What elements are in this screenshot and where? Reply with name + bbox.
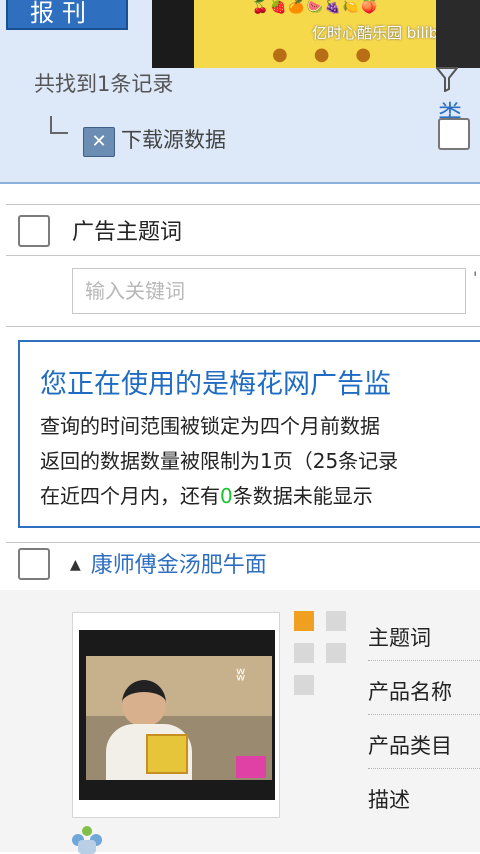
- notice-line-1: 查询的时间范围被锁定为四个月前数据: [40, 414, 380, 438]
- product-title-text: 康师傅金汤肥牛面: [90, 553, 267, 578]
- divider: [368, 714, 480, 715]
- divider: [6, 326, 480, 327]
- attr-description: 描述: [368, 788, 410, 812]
- hidden-count: 0: [220, 484, 233, 508]
- icon-dot: [82, 826, 92, 836]
- notice-line-3: 在近四个月内，还有0条数据未能显示: [40, 480, 373, 509]
- divider: [368, 660, 480, 661]
- attr-theme-word: 主题词: [368, 626, 431, 650]
- filter-icon: [434, 67, 460, 93]
- overlay-dark-left: [152, 0, 194, 68]
- scene-person: [122, 680, 166, 726]
- row-checkbox[interactable]: [18, 548, 50, 580]
- image-selector-1[interactable]: [294, 611, 314, 631]
- overlay-fruit-icons: 🍒🍓🍊🍉🍇🍋🍑: [252, 0, 380, 15]
- download-source-data-link[interactable]: 下载源数据: [121, 124, 226, 154]
- divider: [6, 204, 480, 205]
- image-selector-2[interactable]: [326, 611, 346, 631]
- tree-connector: [50, 116, 68, 134]
- scene-noodle-pack: [146, 734, 188, 774]
- broadcaster-logo: ʬ: [236, 664, 246, 685]
- product-title-link[interactable]: ▲ 康师傅金汤肥牛面: [70, 547, 267, 579]
- notice-line-3-prefix: 在近四个月内，还有: [40, 484, 220, 508]
- image-selector-5[interactable]: [294, 675, 314, 695]
- select-all-checkbox[interactable]: [18, 215, 50, 247]
- notice-title: 您正在使用的是梅花网广告监: [40, 369, 391, 400]
- notice-line-3-suffix: 条数据未能显示: [232, 484, 373, 508]
- panel-checkbox[interactable]: [438, 118, 470, 150]
- attr-product-category: 产品类目: [368, 734, 452, 758]
- attr-product-name: 产品名称: [368, 680, 452, 704]
- overlay-dark-right: [436, 0, 480, 68]
- scene-pink-badge: [236, 756, 266, 778]
- overlay-coins: ●●●: [272, 44, 398, 65]
- keyword-search-input[interactable]: [72, 268, 466, 314]
- divider: [368, 768, 480, 769]
- notice-line-2: 返回的数据数量被限制为1页（25条记录: [40, 449, 399, 473]
- excel-icon[interactable]: ✕: [83, 127, 115, 157]
- search-summary-panel: 报刊 🍒🍓🍊🍉🍇🍋🍑 亿时心酷乐园 bilibili ●●● 共找到1条记录 类…: [0, 0, 480, 184]
- search-side-mark: ': [473, 268, 478, 287]
- result-count-text: 共找到1条记录: [34, 72, 174, 96]
- video-overlay: 🍒🍓🍊🍉🍇🍋🍑 亿时心酷乐园 bilibili ●●●: [152, 0, 480, 68]
- notice-box: 您正在使用的是梅花网广告监 查询的时间范围被锁定为四个月前数据 返回的数据数量被…: [18, 340, 480, 528]
- divider: [6, 542, 480, 543]
- triangle-up-icon: ▲: [70, 557, 81, 573]
- divider: [6, 255, 480, 256]
- media-type-icon: [70, 826, 104, 854]
- tab-newspaper[interactable]: 报刊: [6, 0, 128, 30]
- image-selector-4[interactable]: [326, 643, 346, 663]
- video-watermark: 亿时心酷乐园 bilibili: [312, 24, 451, 42]
- column-header-ad-keyword: 广告主题词: [72, 220, 183, 245]
- image-selector-3[interactable]: [294, 643, 314, 663]
- ad-thumbnail-image: ʬ: [86, 656, 272, 780]
